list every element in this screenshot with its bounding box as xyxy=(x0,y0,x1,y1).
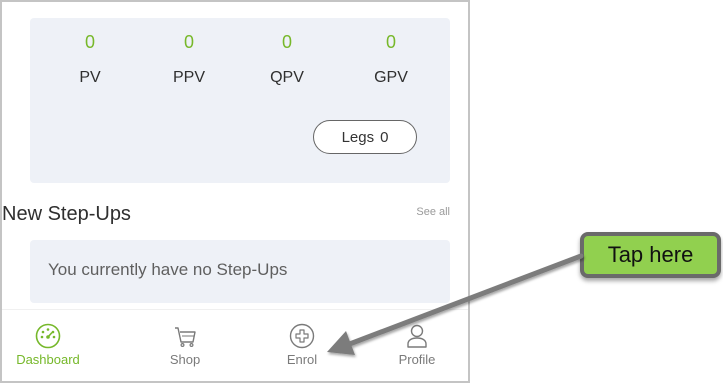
nav-shop-label: Shop xyxy=(169,352,201,367)
speedometer-icon xyxy=(34,322,62,350)
app-screen: 0 PV 0 PPV 0 QPV 0 GPV Legs 0 New Step-U… xyxy=(0,0,470,383)
stat-ppv-label: PPV xyxy=(172,69,205,86)
cart-icon xyxy=(171,322,199,350)
stat-gpv-value: 0 xyxy=(385,32,396,52)
step-ups-empty-card: You currently have no Step-Ups xyxy=(30,240,450,303)
stat-ppv: 0 PPV xyxy=(154,32,224,87)
nav-enrol-label: Enrol xyxy=(286,352,318,367)
stat-qpv-label: QPV xyxy=(270,69,304,86)
plus-circle-icon xyxy=(288,322,316,350)
nav-profile[interactable]: Profile xyxy=(375,322,459,367)
legs-label: Legs xyxy=(341,128,375,146)
nav-shop[interactable]: Shop xyxy=(143,322,227,367)
bottom-nav: Dashboard Shop Enrol Profile xyxy=(2,309,468,381)
legs-count: 0 xyxy=(380,128,389,146)
stat-qpv-value: 0 xyxy=(281,32,292,52)
stat-pv-value: 0 xyxy=(84,32,95,52)
stat-qpv: 0 QPV xyxy=(252,32,322,87)
tap-here-callout: Tap here xyxy=(580,232,721,278)
nav-enrol[interactable]: Enrol xyxy=(260,322,344,367)
stat-gpv: 0 GPV xyxy=(356,32,426,87)
nav-profile-label: Profile xyxy=(398,352,436,367)
stat-gpv-label: GPV xyxy=(374,69,408,86)
nav-dashboard[interactable]: Dashboard xyxy=(6,322,90,367)
step-ups-title: New Step-Ups xyxy=(2,203,131,225)
see-all-link[interactable]: See all xyxy=(416,206,450,218)
nav-dashboard-label: Dashboard xyxy=(16,352,80,367)
user-icon xyxy=(403,322,431,350)
stats-card: 0 PV 0 PPV 0 QPV 0 GPV Legs 0 xyxy=(30,18,450,183)
stat-pv: 0 PV xyxy=(55,32,125,87)
stat-ppv-value: 0 xyxy=(183,32,194,52)
stat-pv-label: PV xyxy=(79,69,101,86)
step-ups-empty-message: You currently have no Step-Ups xyxy=(48,260,288,279)
legs-button[interactable]: Legs 0 xyxy=(313,120,417,154)
